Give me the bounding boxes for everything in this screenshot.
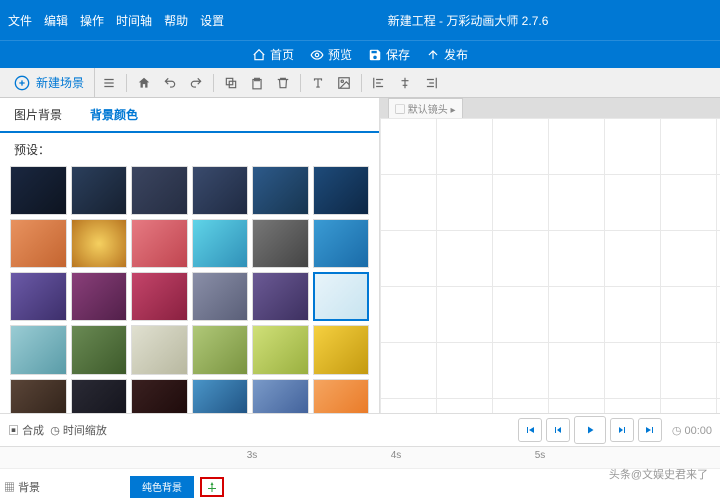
track-clip[interactable]: 纯色背景 <box>130 476 194 498</box>
tool-image-icon[interactable] <box>332 71 356 95</box>
tool-delete-icon[interactable] <box>271 71 295 95</box>
swatch-0[interactable] <box>10 166 67 215</box>
compose-toggle[interactable]: ▣ 合成 <box>8 425 44 437</box>
swatch-23[interactable] <box>313 325 370 374</box>
tab-color-bg[interactable]: 背景颜色 <box>76 98 152 131</box>
rewind-button[interactable] <box>518 418 542 442</box>
tool-align-center-icon[interactable] <box>393 71 417 95</box>
tool-text-icon[interactable] <box>306 71 330 95</box>
swatch-18[interactable] <box>10 325 67 374</box>
window-title: 新建工程 - 万彩动画大师 2.7.6 <box>224 12 712 29</box>
track-label: ▦ 背景 <box>4 479 124 495</box>
toolbar: 新建场景 <box>0 68 720 98</box>
swatch-3[interactable] <box>192 166 249 215</box>
menu-help[interactable]: 帮助 <box>164 12 188 29</box>
timeline: ▣ 合成 ◷ 时间缩放 ◷ 00:00 3s 4s 5s ▦ 背景 纯色背景 <box>0 413 720 504</box>
menu-file[interactable]: 文件 <box>8 12 32 29</box>
swatch-grid <box>10 166 369 428</box>
tool-home-icon[interactable] <box>132 71 156 95</box>
tool-paste-icon[interactable] <box>245 71 269 95</box>
save-button[interactable]: 保存 <box>368 46 410 63</box>
swatch-21[interactable] <box>192 325 249 374</box>
menu-settings[interactable]: 设置 <box>200 12 224 29</box>
default-camera-tab[interactable]: ▢ 默认镜头 ▸ <box>388 98 463 119</box>
swatch-11[interactable] <box>313 219 370 268</box>
tab-image-bg[interactable]: 图片背景 <box>0 98 76 131</box>
swatch-5[interactable] <box>313 166 370 215</box>
menu-edit[interactable]: 编辑 <box>44 12 68 29</box>
tool-list-icon[interactable] <box>97 71 121 95</box>
swatch-10[interactable] <box>252 219 309 268</box>
swatch-4[interactable] <box>252 166 309 215</box>
swatch-12[interactable] <box>10 272 67 321</box>
add-clip-button[interactable] <box>200 477 224 497</box>
tool-copy-icon[interactable] <box>219 71 243 95</box>
swatch-13[interactable] <box>71 272 128 321</box>
swatch-14[interactable] <box>131 272 188 321</box>
swatch-9[interactable] <box>192 219 249 268</box>
watermark: 头条@文娱史君来了 <box>609 466 708 482</box>
swatch-20[interactable] <box>131 325 188 374</box>
time-scale-toggle[interactable]: ◷ 时间缩放 <box>50 425 107 437</box>
menu-timeline[interactable]: 时间轴 <box>116 12 152 29</box>
swatch-2[interactable] <box>131 166 188 215</box>
menu-action[interactable]: 操作 <box>80 12 104 29</box>
tool-redo-icon[interactable] <box>184 71 208 95</box>
preset-label: 预设： <box>0 133 379 166</box>
swatch-17[interactable] <box>313 272 370 321</box>
swatch-15[interactable] <box>192 272 249 321</box>
swatch-1[interactable] <box>71 166 128 215</box>
new-scene-button[interactable]: 新建场景 <box>4 68 95 97</box>
timeline-time: ◷ 00:00 <box>672 424 712 437</box>
next-frame-button[interactable] <box>610 418 634 442</box>
timeline-ruler[interactable]: 3s 4s 5s <box>0 446 720 468</box>
prev-frame-button[interactable] <box>546 418 570 442</box>
swatch-8[interactable] <box>131 219 188 268</box>
tool-align-right-icon[interactable] <box>419 71 443 95</box>
menu-bar: 文件 编辑 操作 时间轴 帮助 设置 <box>8 12 224 29</box>
preview-button[interactable]: 预览 <box>310 46 352 63</box>
home-button[interactable]: 首页 <box>252 46 294 63</box>
tool-align-left-icon[interactable] <box>367 71 391 95</box>
publish-button[interactable]: 发布 <box>426 46 468 63</box>
swatch-6[interactable] <box>10 219 67 268</box>
swatch-7[interactable] <box>71 219 128 268</box>
swatch-22[interactable] <box>252 325 309 374</box>
tool-undo-icon[interactable] <box>158 71 182 95</box>
swatch-19[interactable] <box>71 325 128 374</box>
swatch-16[interactable] <box>252 272 309 321</box>
play-button[interactable] <box>574 416 606 444</box>
forward-button[interactable] <box>638 418 662 442</box>
